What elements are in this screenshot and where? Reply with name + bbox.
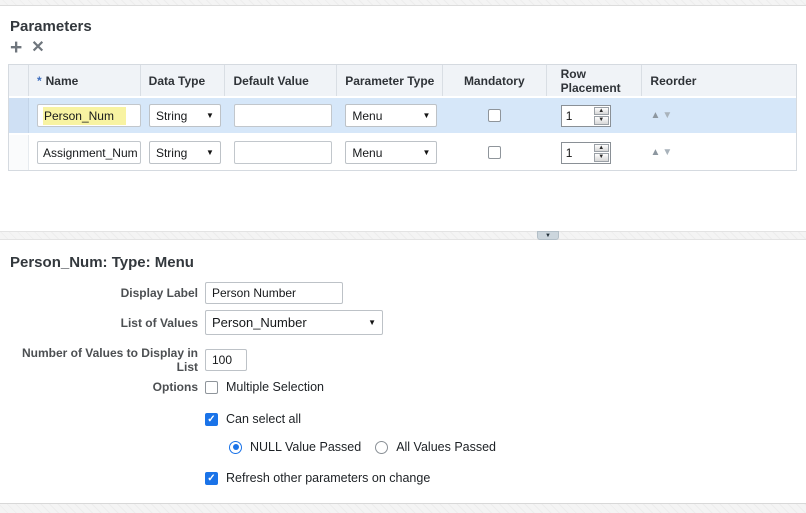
multiple-selection-label: Multiple Selection — [226, 380, 324, 394]
table-row[interactable]: Person_Num String ▼ Menu ▼ — [9, 96, 796, 133]
header-data-type: Data Type — [141, 65, 226, 96]
refresh-label: Refresh other parameters on change — [226, 471, 430, 485]
can-select-all-label: Can select all — [226, 412, 301, 426]
splitter-collapse-handle[interactable]: ▼ — [537, 231, 559, 240]
move-up-icon[interactable]: ▲ — [650, 147, 660, 158]
all-values-passed-label: All Values Passed — [396, 440, 496, 454]
reorder-controls: ▲ ▼ — [650, 147, 672, 158]
values-in-list-row: Number of Values to Display in List 100 — [8, 346, 247, 374]
options-row: Options Multiple Selection — [8, 380, 324, 394]
data-type-dropdown[interactable]: String ▼ — [149, 104, 221, 127]
parameters-screen: Parameters + ✕ * Name Data Type Default … — [0, 0, 806, 513]
all-values-passed-option: All Values Passed — [375, 440, 496, 454]
default-value-input[interactable] — [234, 141, 332, 164]
move-down-icon[interactable]: ▼ — [662, 147, 672, 158]
chevron-down-icon: ▼ — [422, 111, 430, 120]
reorder-controls: ▲ ▼ — [650, 110, 672, 121]
null-value-passed-label: NULL Value Passed — [250, 440, 361, 454]
splitter-arrow-icon: ▼ — [545, 233, 551, 239]
values-in-list-label: Number of Values to Display in List — [8, 346, 198, 374]
bottom-divider-bar — [0, 503, 806, 513]
parameters-title: Parameters — [10, 18, 92, 35]
table-row[interactable]: Assignment_Num String ▼ Menu ▼ — [9, 133, 796, 170]
parameters-toolbar: + ✕ — [10, 38, 45, 58]
spinner-down-icon[interactable]: ▼ — [594, 153, 609, 162]
can-select-all-checkbox[interactable]: ✓ — [205, 413, 218, 426]
spinner-up-icon[interactable]: ▲ — [594, 107, 609, 116]
multiple-selection-checkbox[interactable] — [205, 381, 218, 394]
row-placement-spinner[interactable]: 1 ▲ ▼ — [561, 105, 611, 127]
name-input[interactable]: Assignment_Num — [37, 141, 141, 164]
passed-mode-row: NULL Value Passed All Values Passed — [32, 440, 496, 454]
display-label-input[interactable]: Person Number — [205, 282, 343, 304]
header-row-placement: Row Placement — [547, 65, 643, 96]
move-down-icon[interactable]: ▼ — [662, 110, 672, 121]
chevron-down-icon: ▼ — [206, 148, 214, 157]
row-placement-value: 1 — [562, 143, 593, 163]
header-name: * Name — [29, 65, 141, 96]
row-placement-spinner[interactable]: 1 ▲ ▼ — [561, 142, 611, 164]
name-input-text: Person_Num — [43, 107, 126, 125]
table-header-row: * Name Data Type Default Value Parameter… — [9, 65, 796, 96]
refresh-row: ✓ Refresh other parameters on change — [8, 471, 430, 485]
parameter-type-dropdown[interactable]: Menu ▼ — [345, 141, 437, 164]
can-select-all-row: ✓ Can select all — [8, 412, 301, 426]
panel-splitter[interactable] — [0, 231, 806, 240]
values-in-list-input[interactable]: 100 — [205, 349, 247, 371]
chevron-down-icon: ▼ — [368, 318, 376, 327]
list-of-values-row: List of Values Person_Number ▼ — [8, 310, 383, 335]
name-input-text: Assignment_Num — [43, 146, 138, 160]
row-selector-cell[interactable] — [9, 98, 29, 133]
null-value-passed-option: NULL Value Passed — [229, 440, 361, 454]
default-value-input[interactable] — [234, 104, 332, 127]
header-reorder: Reorder — [642, 65, 796, 96]
mandatory-checkbox[interactable] — [488, 109, 501, 122]
mandatory-checkbox[interactable] — [488, 146, 501, 159]
detail-title: Person_Num: Type: Menu — [10, 254, 194, 271]
all-values-passed-radio[interactable] — [375, 441, 388, 454]
row-placement-value: 1 — [562, 106, 593, 126]
list-of-values-label: List of Values — [8, 316, 198, 330]
name-input[interactable]: Person_Num — [37, 104, 141, 127]
move-up-icon[interactable]: ▲ — [650, 110, 660, 121]
list-of-values-dropdown[interactable]: Person_Number ▼ — [205, 310, 383, 335]
header-default-value: Default Value — [225, 65, 337, 96]
chevron-down-icon: ▼ — [206, 111, 214, 120]
row-selector-cell[interactable] — [9, 135, 29, 170]
header-row-selector — [9, 65, 29, 96]
required-asterisk: * — [37, 74, 42, 88]
chevron-down-icon: ▼ — [422, 148, 430, 157]
delete-parameter-icon[interactable]: ✕ — [31, 38, 44, 58]
null-value-passed-radio[interactable] — [229, 441, 242, 454]
display-label-label: Display Label — [8, 286, 198, 300]
header-mandatory: Mandatory — [443, 65, 547, 96]
parameters-table: * Name Data Type Default Value Parameter… — [8, 64, 797, 171]
spinner-up-icon[interactable]: ▲ — [594, 144, 609, 153]
options-label: Options — [8, 380, 198, 394]
top-divider-bar — [0, 0, 806, 6]
parameter-type-dropdown[interactable]: Menu ▼ — [345, 104, 437, 127]
add-parameter-icon[interactable]: + — [10, 38, 22, 58]
spinner-down-icon[interactable]: ▼ — [594, 116, 609, 125]
refresh-checkbox[interactable]: ✓ — [205, 472, 218, 485]
display-label-row: Display Label Person Number — [8, 282, 343, 304]
data-type-dropdown[interactable]: String ▼ — [149, 141, 221, 164]
header-parameter-type: Parameter Type — [337, 65, 443, 96]
